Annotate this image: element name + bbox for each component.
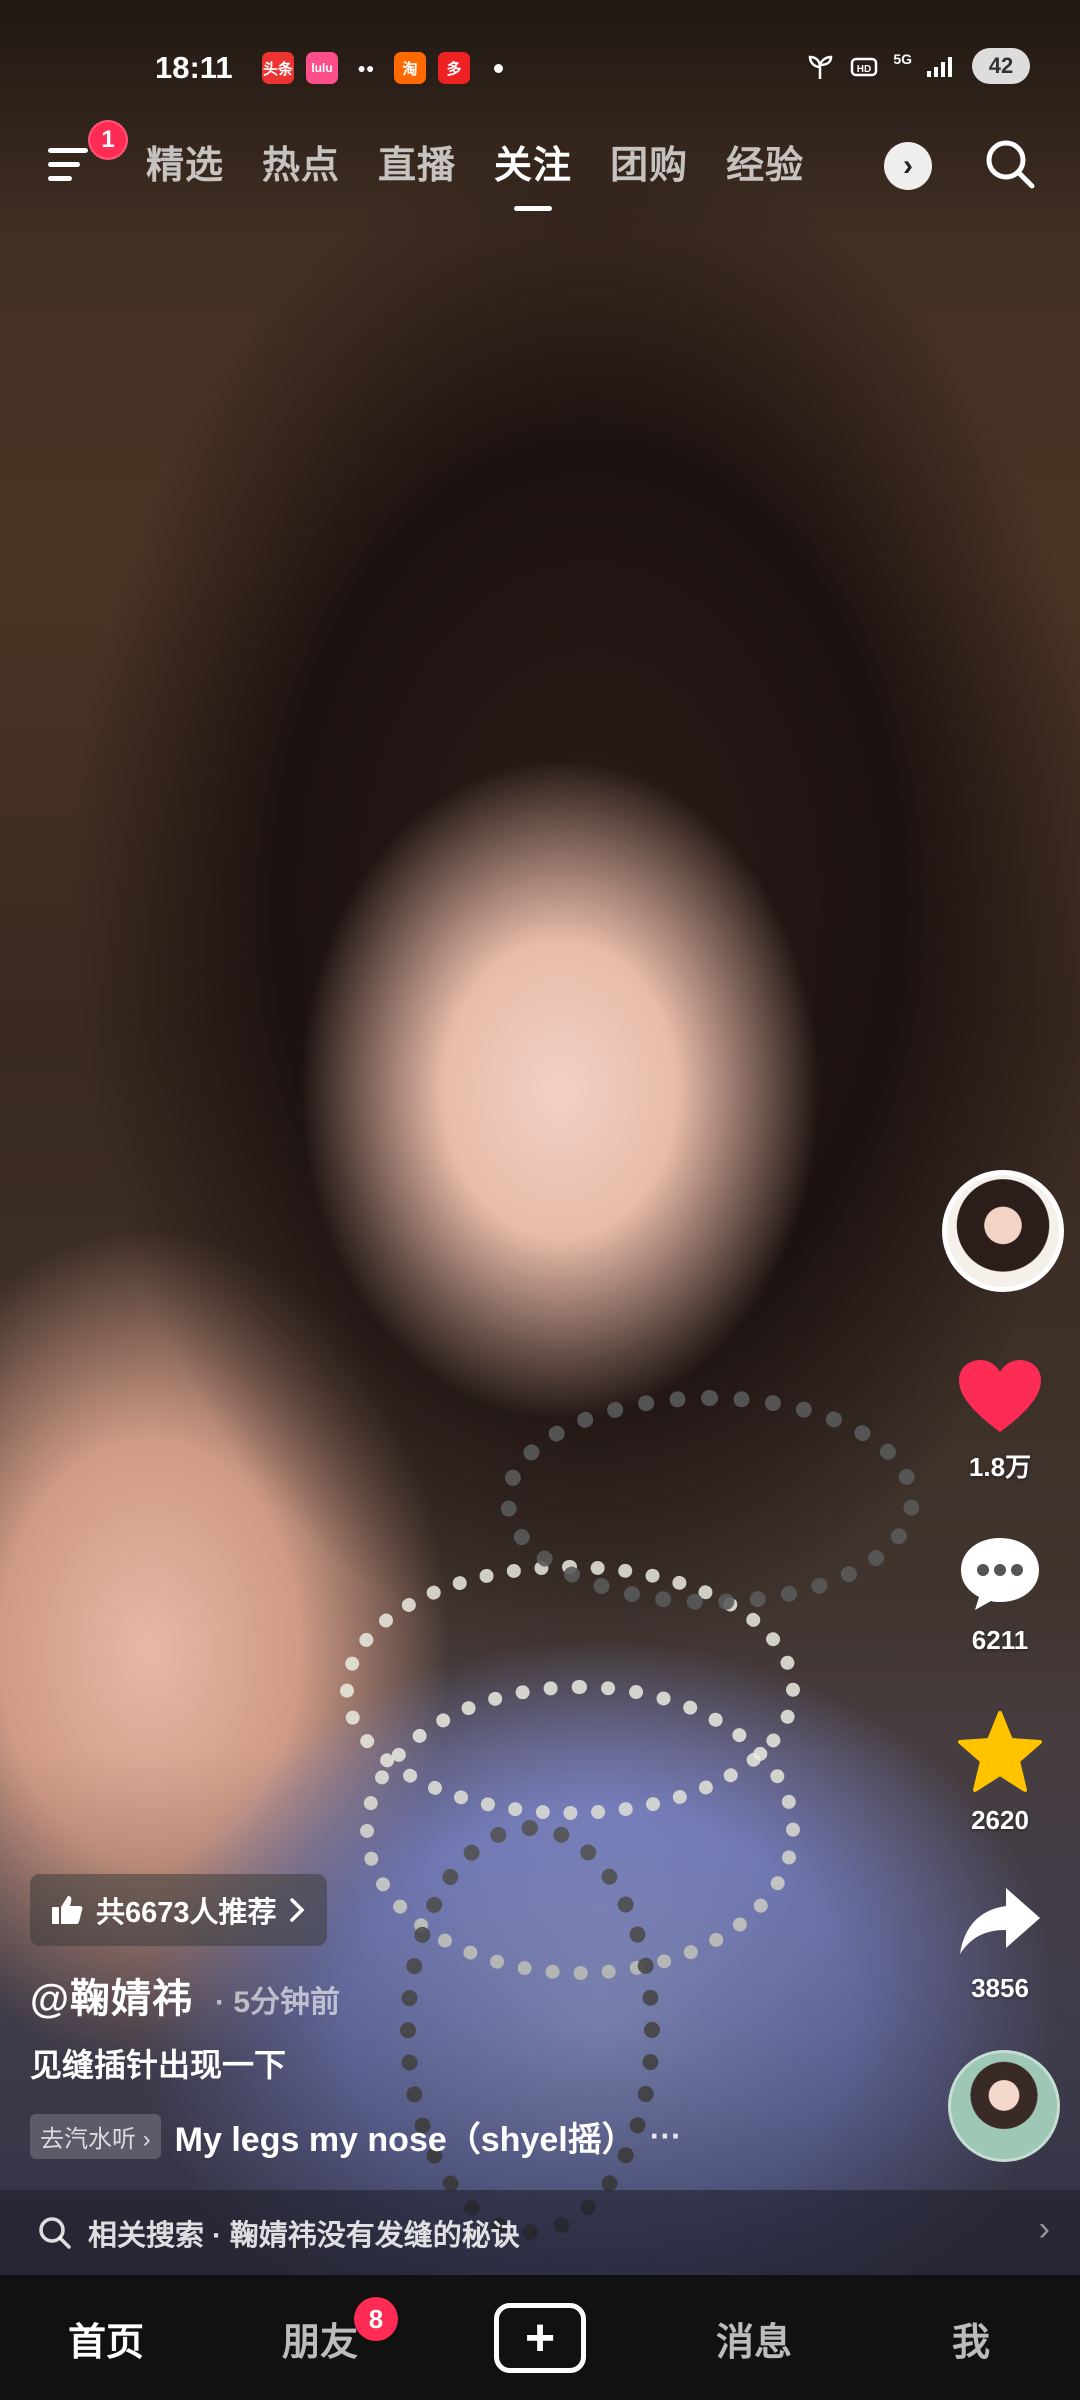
svg-text:HD: HD <box>857 64 871 75</box>
taobao-app-icon: 淘 <box>394 52 426 84</box>
author-name[interactable]: @鞠婧祎 <box>30 1966 193 2024</box>
tab-featured[interactable]: 精选 <box>146 134 224 189</box>
star-icon <box>958 1711 1042 1792</box>
tab-group-buy[interactable]: 团购 <box>610 134 688 189</box>
create-post-button[interactable]: + <box>494 2303 586 2373</box>
music-title[interactable]: My legs my nose（shyel摇） <box>175 2112 636 2161</box>
tab-experience[interactable]: 经验 <box>726 134 804 189</box>
related-search-bar[interactable]: 相关搜索 · 鞠婧祎没有发缝的秘诀 › <box>0 2190 1080 2275</box>
system-icons: HD 5G 42 <box>805 48 1030 84</box>
comment-icon <box>961 1538 1039 1610</box>
top-gradient <box>0 0 1080 240</box>
top-navigation: 1 精选 热点 直播 关注 团购 经验 › <box>0 120 1080 211</box>
toutiao-app-icon: 头条 <box>262 52 294 84</box>
search-icon <box>39 2216 71 2249</box>
bottom-navigation: 首页 朋友 8 + 消息 我 <box>0 2275 1080 2400</box>
author-row: @鞠婧祎 · 5分钟前 <box>30 1966 340 2024</box>
clock: 18:11 <box>155 50 233 85</box>
hd-call-icon: HD <box>851 57 878 77</box>
tab-trending[interactable]: 热点 <box>262 134 340 189</box>
chevron-right-icon <box>289 1898 304 1922</box>
nav-home[interactable]: 首页 <box>68 2311 144 2366</box>
battery-indicator: 42 <box>972 48 1030 84</box>
share-count: 3856 <box>971 1973 1029 2003</box>
notification-icons: 头条 lulu ●● 淘 多 <box>262 52 503 84</box>
feed-tabs: 精选 热点 直播 关注 团购 经验 <box>146 134 804 211</box>
favorite-count: 2620 <box>971 1805 1029 1835</box>
search-icon[interactable] <box>980 134 1040 194</box>
tab-following[interactable]: 关注 <box>494 134 572 211</box>
video-caption[interactable]: 见缝插针出现一下 <box>30 2040 286 2086</box>
friends-badge: 8 <box>354 2297 398 2341</box>
xiaohongshu-app-icon: lulu <box>306 52 338 84</box>
pinduoduo-app-icon: 多 <box>438 52 470 84</box>
music-disc[interactable] <box>948 2050 1060 2162</box>
signal-icon <box>927 57 952 77</box>
share-action[interactable]: 3856 <box>920 1882 1080 2004</box>
more-notifications-dot <box>494 63 503 73</box>
menu-icon-bar <box>48 148 88 153</box>
recommend-text: 共6673人推荐 <box>96 1897 277 1929</box>
menu-button[interactable] <box>44 138 94 188</box>
menu-icon-bar <box>48 176 72 181</box>
author-avatar[interactable] <box>942 1170 1064 1292</box>
thumbs-up-icon <box>52 1896 83 1924</box>
recommend-pill[interactable]: 共6673人推荐 <box>30 1874 327 1946</box>
like-action[interactable]: 1.8万 <box>920 1358 1080 1484</box>
video-decoration <box>500 1390 920 1610</box>
wechat-app-icon: ●● <box>357 60 375 76</box>
menu-icon-bar <box>48 162 80 167</box>
tab-live[interactable]: 直播 <box>378 134 456 189</box>
heart-icon <box>959 1360 1041 1432</box>
chevron-right-icon: › <box>1038 2210 1050 2248</box>
nav-me[interactable]: 我 <box>952 2311 990 2366</box>
post-time: · 5分钟前 <box>215 1986 341 2019</box>
network-type: 5G <box>893 51 912 67</box>
nav-messages[interactable]: 消息 <box>716 2311 792 2366</box>
nav-friends[interactable]: 朋友 <box>282 2311 358 2366</box>
plus-icon: + <box>524 2309 556 2367</box>
music-row[interactable]: 去汽水听 › My legs my nose（shyel摇） ··· <box>30 2112 682 2161</box>
share-arrow-icon <box>960 1888 1040 1954</box>
favorite-action[interactable]: 2620 <box>920 1710 1080 1836</box>
comment-count: 6211 <box>971 1625 1029 1655</box>
status-bar: 18:11 头条 lulu ●● 淘 多 HD 5G 42 <box>0 40 1080 100</box>
sprout-icon <box>809 55 833 79</box>
more-tabs-button[interactable]: › <box>884 142 932 190</box>
music-more: ··· <box>649 2118 682 2154</box>
related-search-text: 相关搜索 · 鞠婧祎没有发缝的秘诀 <box>88 2219 520 2252</box>
like-count: 1.8万 <box>968 1452 1032 1482</box>
menu-badge: 1 <box>88 120 128 160</box>
comment-action[interactable]: 6211 <box>920 1534 1080 1656</box>
music-source-tag[interactable]: 去汽水听 › <box>30 2114 161 2159</box>
